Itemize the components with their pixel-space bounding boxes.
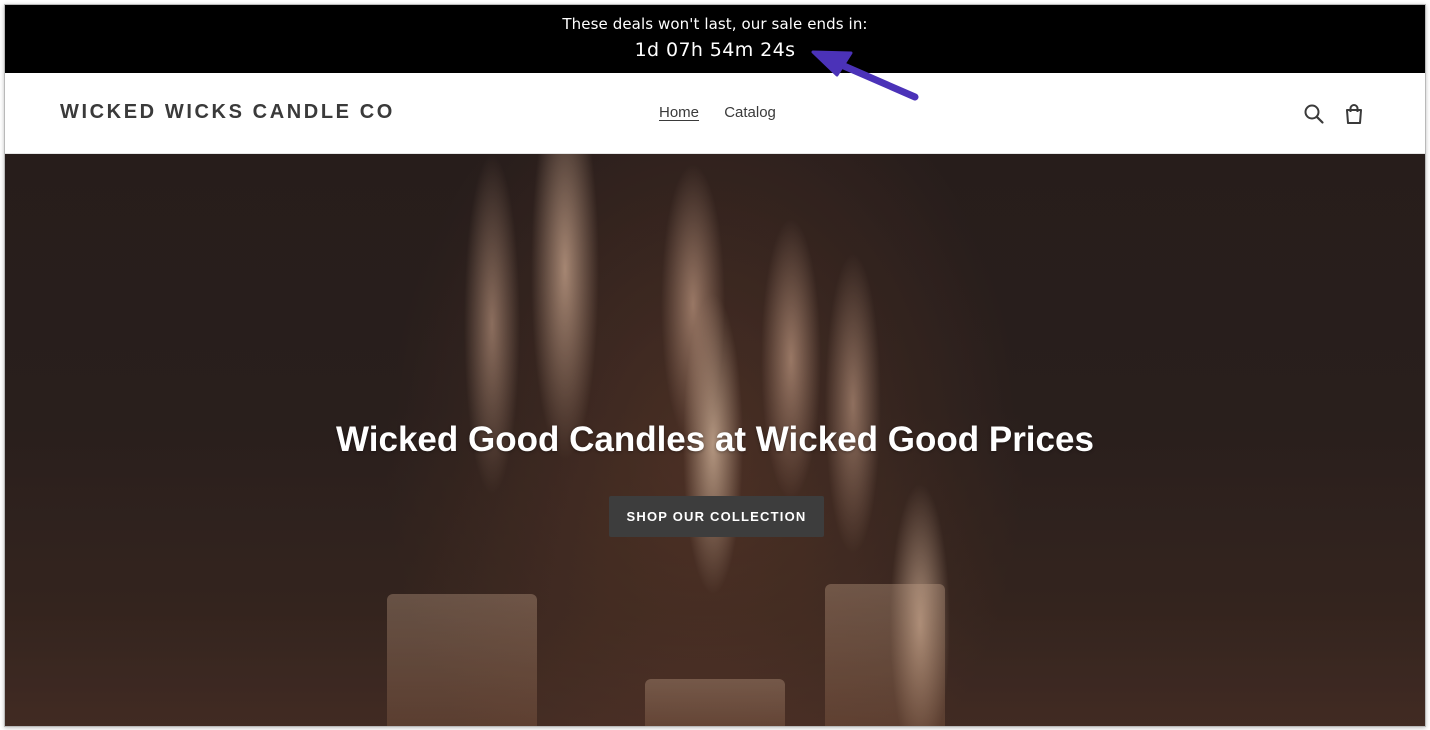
sale-message: These deals won't last, our sale ends in… xyxy=(562,15,868,33)
countdown-timer: 1d 07h 54m 24s xyxy=(634,39,796,61)
hero-title: Wicked Good Candles at Wicked Good Price… xyxy=(336,420,1094,459)
candle-image xyxy=(645,679,785,726)
main-nav: Home Catalog xyxy=(659,104,797,121)
search-icon[interactable] xyxy=(1303,103,1325,125)
browser-frame: These deals won't last, our sale ends in… xyxy=(4,4,1426,727)
site-header: WICKED WICKS CANDLE CO Home Catalog xyxy=(5,73,1425,154)
countdown-announcement-bar: These deals won't last, our sale ends in… xyxy=(5,5,1425,73)
shop-collection-button[interactable]: SHOP OUR COLLECTION xyxy=(609,496,824,537)
store-logo[interactable]: WICKED WICKS CANDLE CO xyxy=(60,101,395,124)
hero-banner: Wicked Good Candles at Wicked Good Price… xyxy=(5,154,1425,726)
cart-icon[interactable] xyxy=(1343,103,1365,125)
nav-link-catalog[interactable]: Catalog xyxy=(724,104,776,121)
nav-link-home[interactable]: Home xyxy=(659,104,699,121)
candle-image xyxy=(825,584,945,726)
candle-image xyxy=(387,594,537,726)
